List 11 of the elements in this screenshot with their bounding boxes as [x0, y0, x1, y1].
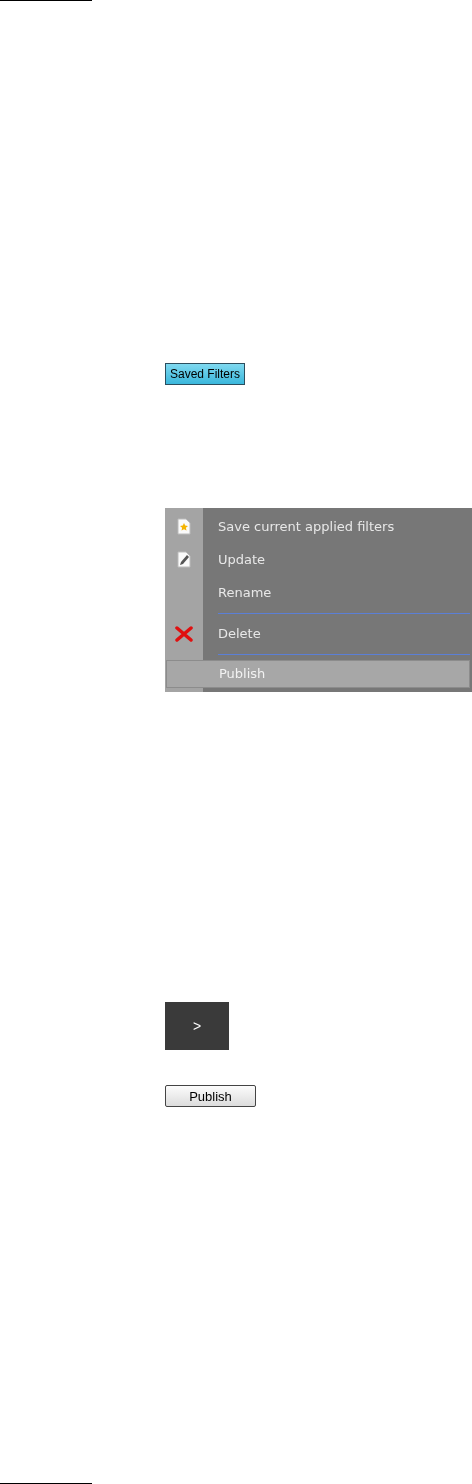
menu-item[interactable]: Update	[203, 543, 470, 576]
menu-item[interactable]: Save current applied filters	[203, 510, 470, 543]
saved-filters-button[interactable]: Saved Filters	[165, 363, 246, 385]
document-pencil-icon	[177, 551, 191, 568]
menu-item[interactable]: Publish	[166, 660, 470, 688]
menu-item[interactable]: Delete	[203, 617, 470, 650]
delete-icon	[175, 625, 193, 642]
next-button[interactable]: >	[165, 1002, 229, 1050]
menu-item[interactable]: Rename	[203, 576, 470, 609]
document-star-icon	[177, 518, 191, 535]
publish-button[interactable]: Publish	[165, 1085, 256, 1107]
